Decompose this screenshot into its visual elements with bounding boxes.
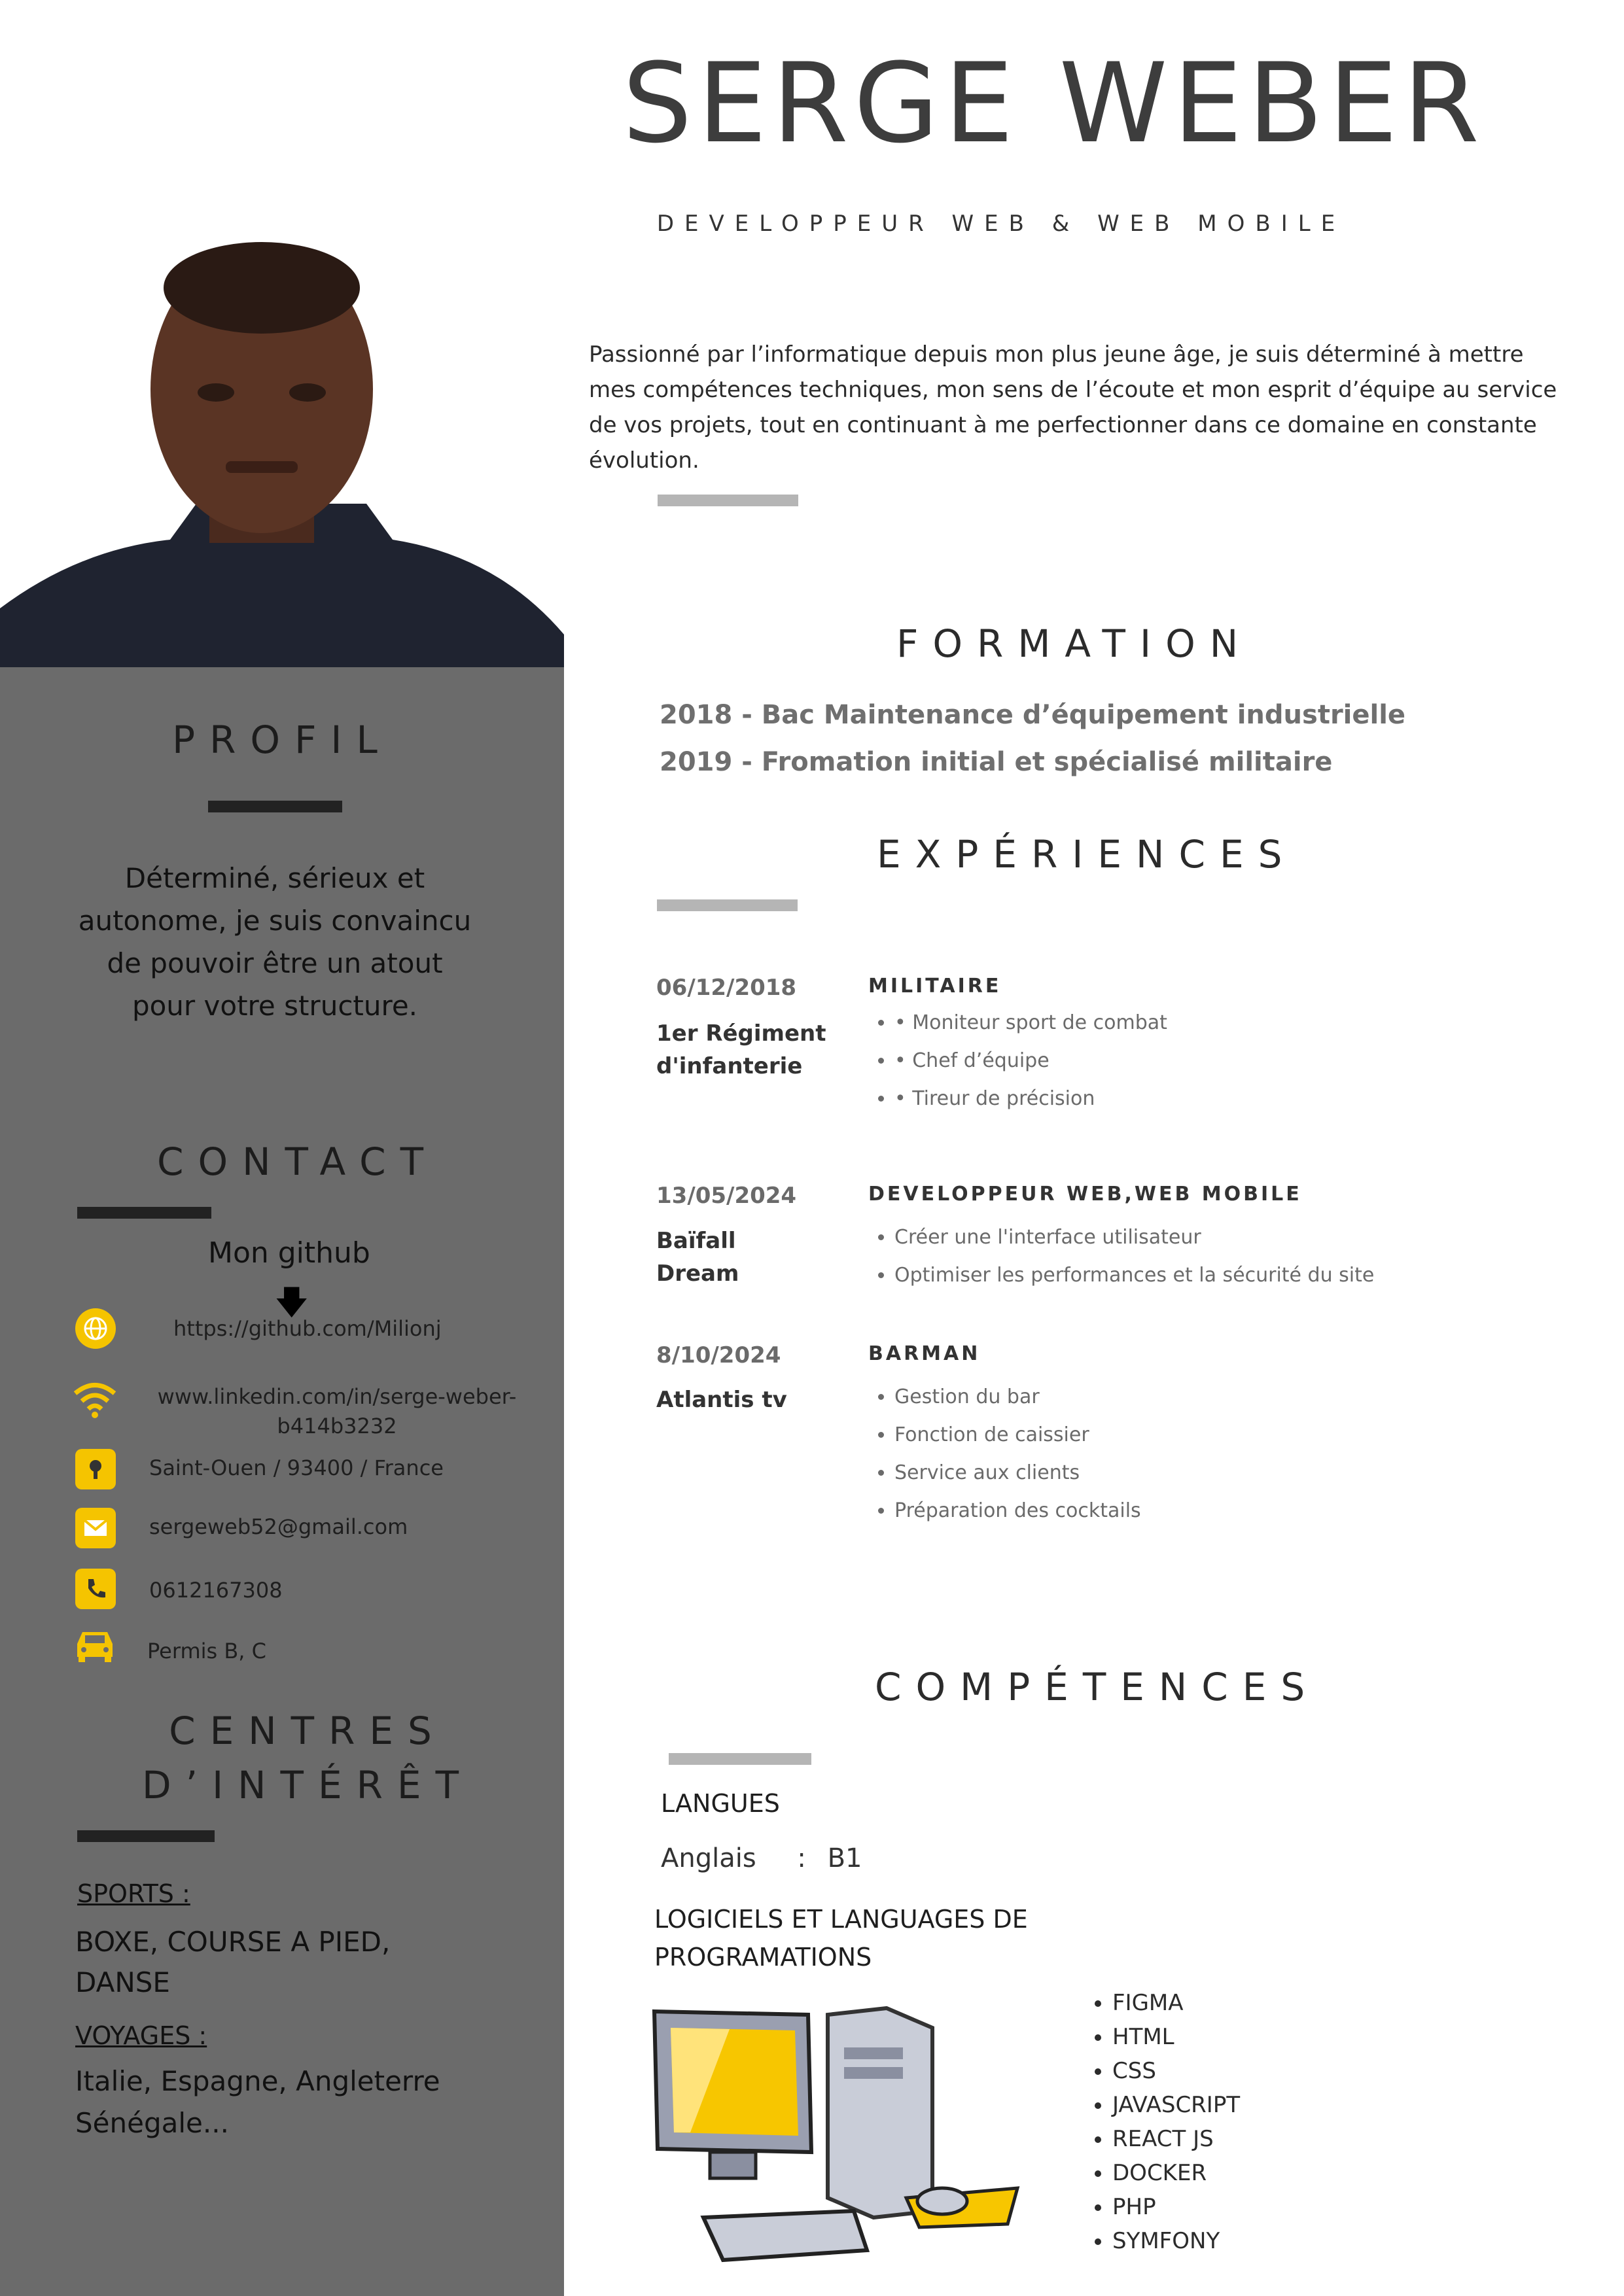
- sports-label: SPORTS :: [77, 1879, 190, 1908]
- task-item: • Moniteur sport de combat: [894, 1004, 1167, 1042]
- exp-tasks: • Moniteur sport de combat • Chef d’équi…: [868, 1004, 1167, 1118]
- divider: [658, 495, 798, 506]
- exp-date: 06/12/2018: [656, 975, 797, 1001]
- task-item: • Chef d’équipe: [894, 1042, 1167, 1080]
- task-item: • Tireur de précision: [894, 1080, 1167, 1118]
- exp-job: BARMAN: [868, 1342, 981, 1365]
- linkedin-link[interactable]: www.linkedin.com/in/serge-weber-b414b323…: [150, 1382, 523, 1441]
- divider: [657, 899, 798, 911]
- address-text: Saint-Ouen / 93400 / France: [149, 1455, 444, 1480]
- software-label: LOGICIELS ET LANGUAGES DE PROGRAMATIONS: [654, 1905, 1028, 1972]
- task-item: Créer une l'interface utilisateur: [894, 1219, 1374, 1257]
- langues-label: LANGUES: [661, 1789, 780, 1818]
- profile-photo: [0, 242, 564, 667]
- computer-illustration: [651, 2002, 1031, 2276]
- language-level: B1: [827, 1843, 862, 1873]
- exp-date: 13/05/2024: [656, 1183, 797, 1209]
- software-item: REACT JS: [1112, 2122, 1240, 2156]
- software-item: JAVASCRIPT: [1112, 2088, 1240, 2122]
- formation-item: 2019 - Fromation initial et spécialisé m…: [660, 747, 1333, 777]
- divider: [77, 1207, 211, 1219]
- software-item: FIGMA: [1112, 1986, 1240, 2020]
- profil-text: Déterminé, sérieux et autonome, je suis …: [78, 862, 472, 1022]
- exp-job: DEVELOPPEUR WEB,WEB MOBILE: [868, 1183, 1302, 1206]
- divider: [77, 1830, 215, 1842]
- competences-title: COMPÉTENCES: [875, 1665, 1320, 1709]
- task-item: Préparation des cocktails: [894, 1492, 1141, 1530]
- interests-title-line1: CENTRES: [169, 1709, 446, 1753]
- divider: [669, 1753, 811, 1765]
- exp-job: MILITAIRE: [868, 975, 1002, 998]
- phone-icon: [75, 1569, 116, 1609]
- formation-item: 2018 - Bac Maintenance d’équipement indu…: [660, 700, 1406, 730]
- contact-title: CONTACT: [157, 1139, 438, 1184]
- task-item: Fonction de caissier: [894, 1416, 1141, 1454]
- software-item: HTML: [1112, 2020, 1240, 2054]
- formation-title: FORMATION: [896, 621, 1253, 666]
- license-text: Permis B, C: [147, 1639, 266, 1663]
- language-name: Anglais: [661, 1843, 756, 1873]
- wifi-icon: [72, 1380, 118, 1419]
- location-pin-icon: [75, 1449, 116, 1489]
- github-label: Mon github: [208, 1236, 370, 1270]
- exp-date: 8/10/2024: [656, 1342, 781, 1368]
- interests-title-line2: D’INTÉRÊT: [141, 1763, 474, 1807]
- globe-icon: [75, 1308, 116, 1349]
- job-title: DEVELOPPEUR WEB & WEB MOBILE: [656, 211, 1346, 237]
- software-item: PHP: [1112, 2190, 1240, 2224]
- travel-text: Italie, Espagne, Angleterre Sénégale...: [75, 2065, 440, 2139]
- software-list: FIGMA HTML CSS JAVASCRIPT REACT JS DOCKE…: [1086, 1986, 1240, 2258]
- exp-place: Atlantis tv: [656, 1387, 787, 1413]
- phone-number[interactable]: 0612167308: [149, 1578, 283, 1603]
- task-item: Service aux clients: [894, 1454, 1141, 1492]
- travel-label: VOYAGES :: [75, 2021, 207, 2050]
- software-item: CSS: [1112, 2054, 1240, 2088]
- email-link[interactable]: sergeweb52@gmail.com: [149, 1514, 408, 1539]
- divider: [208, 801, 342, 812]
- experiences-title: EXPÉRIENCES: [877, 832, 1297, 877]
- summary-text: Passionné par l’informatique depuis mon …: [589, 341, 1557, 474]
- exp-place: 1er Régiment d'infanterie: [656, 1020, 826, 1079]
- profil-title: PROFIL: [172, 718, 392, 762]
- sports-text: BOXE, COURSE A PIED, DANSE: [75, 1926, 391, 1998]
- software-item: DOCKER: [1112, 2156, 1240, 2190]
- task-item: Optimiser les performances et la sécurit…: [894, 1257, 1374, 1295]
- exp-place: Baïfall Dream: [656, 1228, 739, 1287]
- mail-icon: [75, 1508, 116, 1548]
- car-icon: [72, 1626, 118, 1665]
- github-link[interactable]: https://github.com/Milionj: [173, 1316, 442, 1341]
- exp-tasks: Créer une l'interface utilisateur Optimi…: [868, 1219, 1374, 1295]
- exp-tasks: Gestion du bar Fonction de caissier Serv…: [868, 1378, 1141, 1530]
- language-row: Anglais : B1: [661, 1843, 862, 1873]
- full-name: SERGE WEBER: [622, 39, 1485, 167]
- task-item: Gestion du bar: [894, 1378, 1141, 1416]
- software-item: SYMFONY: [1112, 2224, 1240, 2258]
